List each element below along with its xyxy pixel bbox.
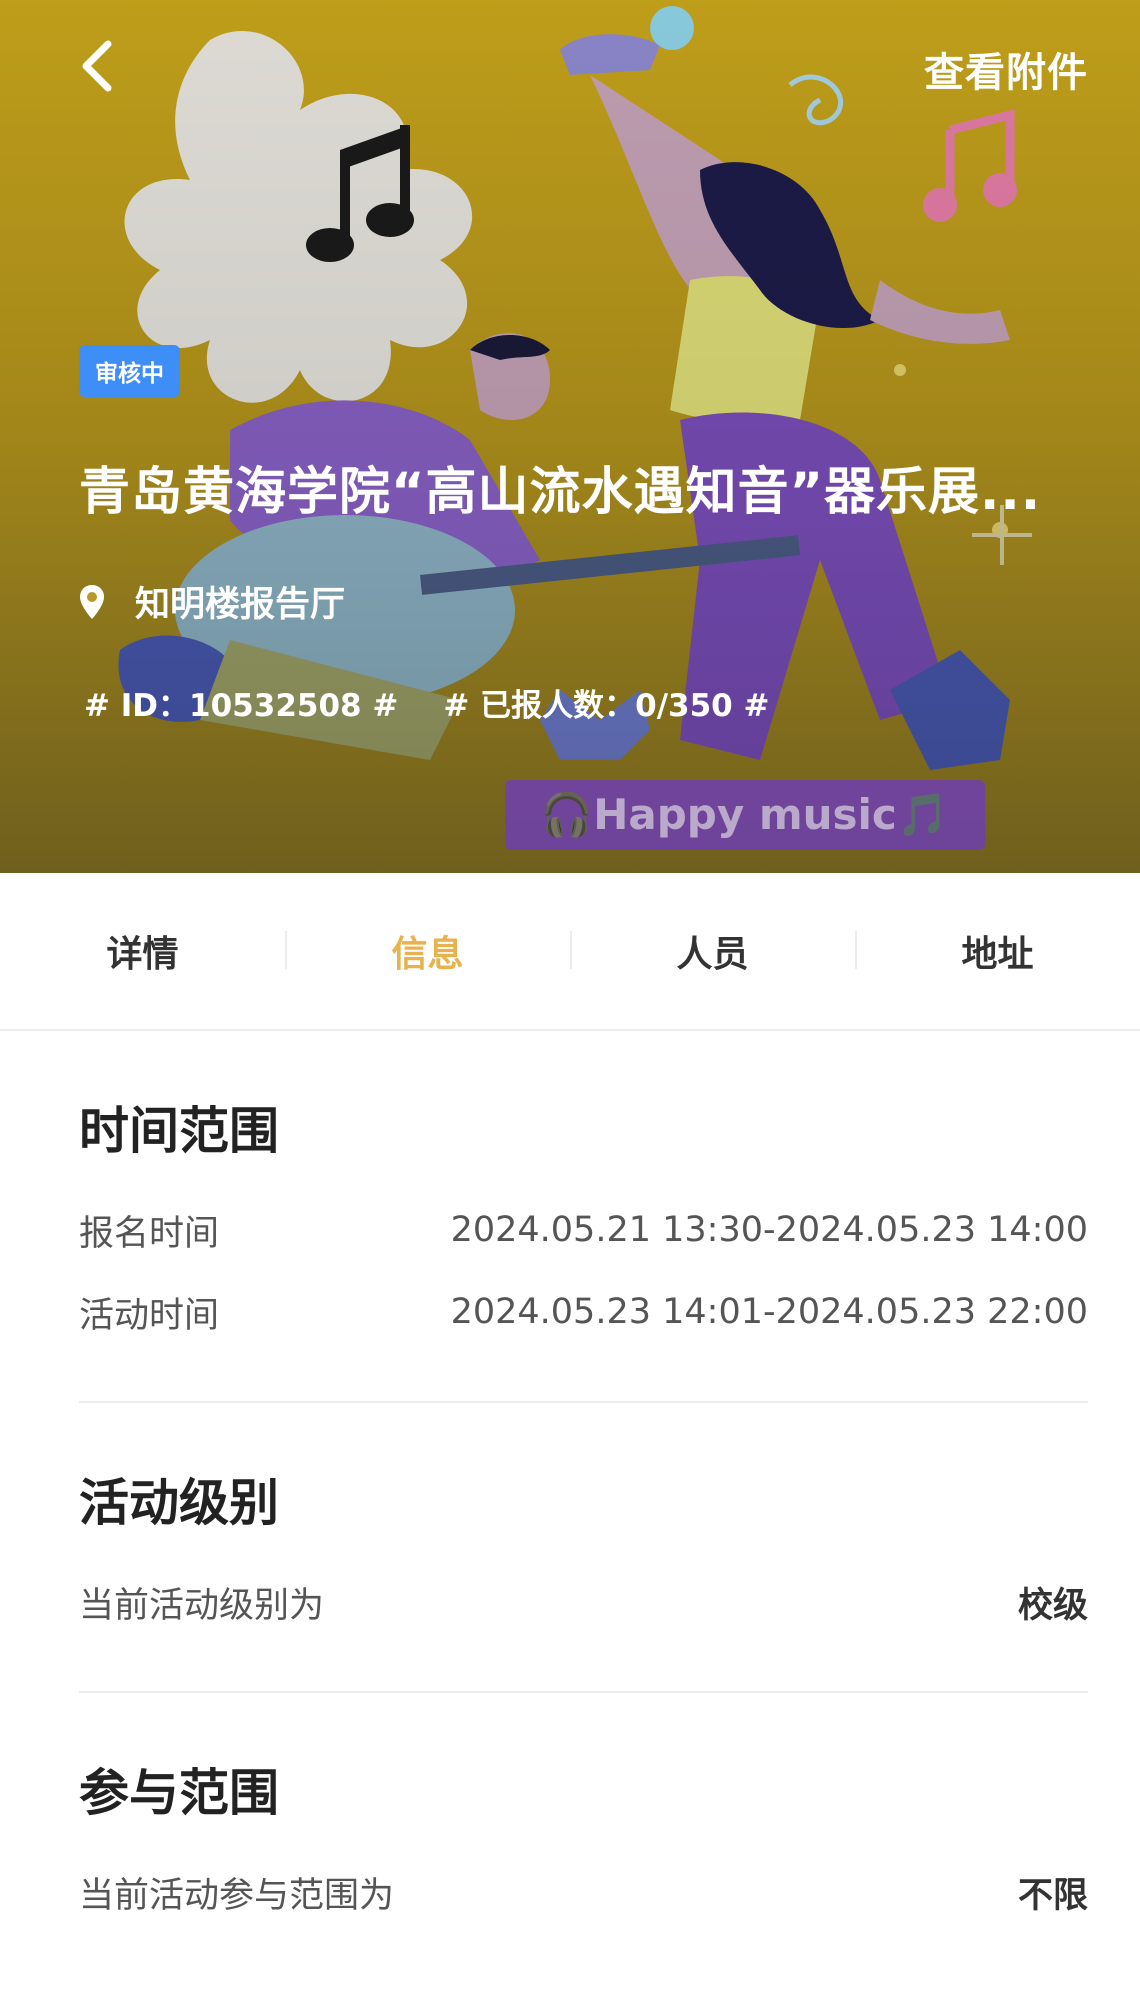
tab-details[interactable]: 详情 xyxy=(0,925,285,977)
activity-level-section: 活动级别 当前活动级别为 校级 xyxy=(79,1403,1088,1693)
chevron-left-icon xyxy=(82,40,112,92)
activity-level-value: 校级 xyxy=(1017,1585,1088,1626)
participation-scope-value: 不限 xyxy=(1017,1875,1088,1916)
hero-shade xyxy=(0,0,1140,873)
signup-count-tag: # 已报人数：0/350 # xyxy=(443,688,770,724)
tab-bar: 详情 信息 人员 地址 xyxy=(0,873,1140,1031)
activity-id-tag: # ID：10532508 # xyxy=(84,688,399,724)
location-pin-icon xyxy=(80,584,104,619)
participation-scope-row: 当前活动参与范围为 不限 xyxy=(79,1851,1088,1933)
participation-scope-label: 当前活动参与范围为 xyxy=(79,1875,395,1916)
activity-level-label: 当前活动级别为 xyxy=(79,1585,325,1626)
hero-banner: 🎧Happy music🎵 查看附件 审核中 青岛黄海学院“高山流水遇知音”器乐… xyxy=(0,0,1140,873)
event-title: 青岛黄海学院“高山流水遇知音”器乐展... xyxy=(79,463,1042,522)
activity-time-value: 2024.05.23 14:01-2024.05.23 22:00 xyxy=(450,1292,1088,1332)
back-button[interactable] xyxy=(72,36,132,96)
music-banner: 🎧Happy music🎵 xyxy=(505,780,985,850)
view-attachment-button[interactable]: 查看附件 xyxy=(924,40,1088,98)
location-text: 知明楼报告厅 xyxy=(135,585,346,625)
participation-scope-section: 参与范围 当前活动参与范围为 不限 xyxy=(79,1693,1088,1981)
tab-people[interactable]: 人员 xyxy=(570,925,855,977)
time-range-section: 时间范围 报名时间 2024.05.21 13:30-2024.05.23 14… xyxy=(79,1031,1088,1403)
location-row: 知明楼报告厅 xyxy=(79,576,345,627)
tab-address[interactable]: 地址 xyxy=(855,925,1140,977)
section-title: 时间范围 xyxy=(79,1102,279,1160)
signup-time-value: 2024.05.21 13:30-2024.05.23 14:00 xyxy=(450,1210,1088,1250)
tab-info[interactable]: 信息 xyxy=(285,925,570,977)
info-content: 时间范围 报名时间 2024.05.21 13:30-2024.05.23 14… xyxy=(0,1031,1140,1981)
section-title: 参与范围 xyxy=(79,1764,279,1822)
signup-time-label: 报名时间 xyxy=(79,1213,220,1254)
activity-level-row: 当前活动级别为 校级 xyxy=(79,1561,1088,1643)
activity-time-label: 活动时间 xyxy=(79,1295,220,1336)
activity-time-row: 活动时间 2024.05.23 14:01-2024.05.23 22:00 xyxy=(79,1271,1088,1353)
meta-row: # ID：10532508 # # 已报人数：0/350 # xyxy=(84,680,770,725)
section-title: 活动级别 xyxy=(79,1474,279,1532)
signup-time-row: 报名时间 2024.05.21 13:30-2024.05.23 14:00 xyxy=(79,1189,1088,1271)
status-badge: 审核中 xyxy=(79,345,180,397)
